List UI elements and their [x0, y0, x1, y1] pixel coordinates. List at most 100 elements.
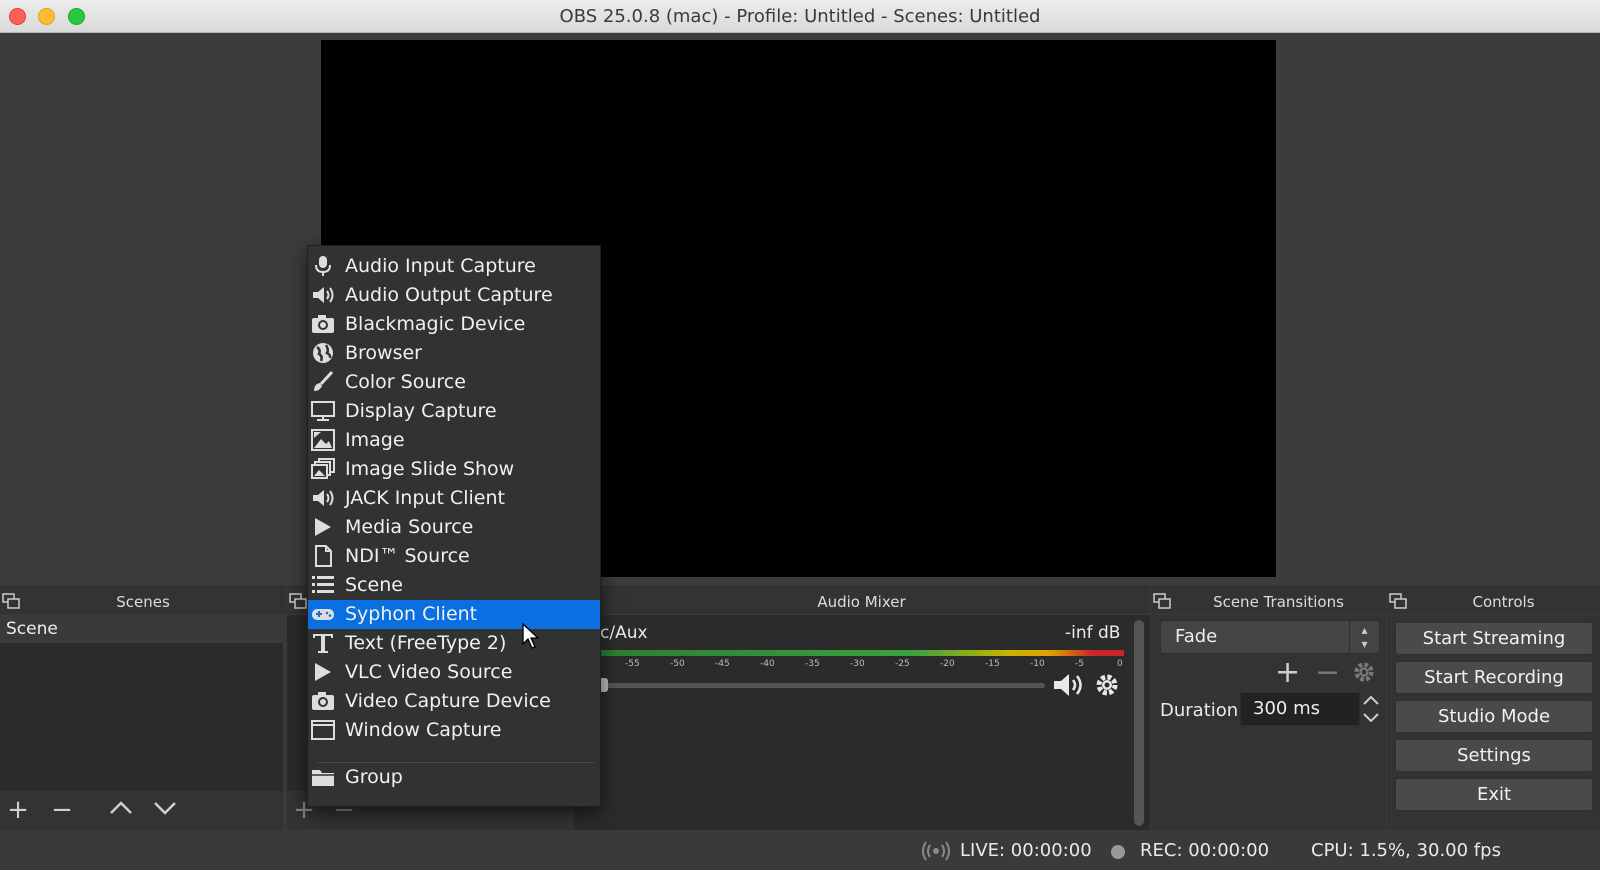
menu-item-browser[interactable]: Browser — [308, 339, 600, 368]
speaker-icon — [313, 287, 334, 303]
gear-icon[interactable] — [1352, 660, 1376, 684]
scenes-dock-header: Scenes — [0, 586, 286, 614]
menu-item-label: Color Source — [345, 371, 466, 393]
image-icon — [311, 429, 335, 451]
play-icon — [315, 663, 331, 681]
add-source-menu: Audio Input Capture Audio Output Capture… — [307, 245, 601, 807]
chevron-up-icon — [110, 801, 132, 814]
camera-icon — [312, 692, 334, 710]
menu-item-label: Text (FreeType 2) — [345, 632, 507, 654]
menu-item-label: Scene — [345, 574, 403, 596]
list-icon — [312, 576, 334, 593]
menu-item-syphon-client[interactable]: Syphon Client — [308, 600, 600, 629]
exit-button[interactable]: Exit — [1395, 778, 1593, 811]
undock-icon[interactable] — [289, 593, 307, 609]
scene-list-item[interactable]: Scene — [0, 615, 283, 643]
transition-select[interactable]: Fade ▴ ▾ — [1160, 620, 1380, 654]
gamepad-icon — [312, 609, 334, 620]
meter-tick: -20 — [940, 659, 955, 669]
duration-stepper[interactable] — [1360, 692, 1382, 726]
menu-item-label: Group — [345, 766, 403, 788]
meter-tick: -15 — [985, 659, 1000, 669]
menu-item-blackmagic-device[interactable]: Blackmagic Device — [308, 310, 600, 339]
brush-icon — [314, 371, 334, 391]
menu-item-display-capture[interactable]: Display Capture — [308, 397, 600, 426]
menu-item-label: Video Capture Device — [345, 690, 551, 712]
audio-mixer-dock-header: Audio Mixer — [573, 586, 1150, 614]
meter-tick: -50 — [670, 659, 685, 669]
controls-dock-title: Controls — [1472, 593, 1535, 611]
speaker-icon — [313, 490, 334, 506]
studio-mode-button[interactable]: Studio Mode — [1395, 700, 1593, 733]
microphone-icon — [315, 256, 331, 276]
transition-select-value: Fade — [1175, 626, 1218, 647]
audio-mixer-dock-title: Audio Mixer — [817, 593, 906, 611]
meter-tick: -10 — [1030, 659, 1045, 669]
menu-item-vlc-video-source[interactable]: VLC Video Source — [308, 658, 600, 687]
settings-button[interactable]: Settings — [1395, 739, 1593, 772]
menu-item-video-capture-device[interactable]: Video Capture Device — [308, 687, 600, 716]
start-streaming-button[interactable]: Start Streaming — [1395, 622, 1593, 655]
document-icon — [315, 545, 332, 567]
add-scene-button[interactable]: + — [1, 795, 35, 825]
menu-item-audio-input-capture[interactable]: Audio Input Capture — [308, 252, 600, 281]
remove-scene-button[interactable]: − — [45, 795, 79, 825]
menu-item-ndi-source[interactable]: NDI™ Source — [308, 542, 600, 571]
menu-item-label: Audio Input Capture — [345, 255, 536, 277]
gear-icon[interactable] — [1094, 672, 1120, 698]
menu-item-color-source[interactable]: Color Source — [308, 368, 600, 397]
speaker-icon[interactable] — [1052, 671, 1088, 699]
menu-item-jack-input-client[interactable]: JACK Input Client — [308, 484, 600, 513]
remove-transition-button[interactable]: − — [1315, 655, 1340, 690]
duration-input[interactable]: 300 ms — [1240, 692, 1360, 726]
scenes-list[interactable]: Scene — [0, 615, 283, 791]
camera-icon — [312, 315, 334, 333]
menu-item-label: Blackmagic Device — [345, 313, 526, 335]
mixer-track-name: c/Aux — [600, 623, 648, 643]
duration-label: Duration — [1160, 700, 1239, 721]
meter-ticks: -55 -50 -45 -40 -35 -30 -25 -20 -15 -10 … — [600, 656, 1124, 672]
menu-item-label: Display Capture — [345, 400, 497, 422]
menu-item-label: Media Source — [345, 516, 474, 538]
broadcast-icon — [922, 841, 950, 861]
menu-item-window-capture[interactable]: Window Capture — [308, 716, 600, 745]
menu-item-label: Audio Output Capture — [345, 284, 553, 306]
meter-tick: -25 — [895, 659, 910, 669]
scenes-dock-title: Scenes — [116, 593, 170, 611]
meter-tick: -40 — [760, 659, 775, 669]
meter-tick: -45 — [715, 659, 730, 669]
window-icon — [311, 720, 335, 740]
menu-item-label: VLC Video Source — [345, 661, 513, 683]
menu-item-image[interactable]: Image — [308, 426, 600, 455]
live-timer: LIVE: 00:00:00 — [960, 840, 1092, 861]
start-recording-button[interactable]: Start Recording — [1395, 661, 1593, 694]
folder-icon — [312, 770, 334, 786]
menu-item-scene[interactable]: Scene — [308, 571, 600, 600]
menu-item-image-slide-show[interactable]: Image Slide Show — [308, 455, 600, 484]
audio-mixer-panel — [573, 615, 1150, 830]
meter-tick: -55 — [625, 659, 640, 669]
menu-item-audio-output-capture[interactable]: Audio Output Capture — [308, 281, 600, 310]
meter-tick: -35 — [805, 659, 820, 669]
stepper-arrows-icon — [1363, 695, 1379, 723]
scenes-toolbar: + − — [0, 791, 283, 830]
mixer-level-readout: -inf dB — [1065, 623, 1121, 643]
text-icon — [313, 634, 333, 653]
add-transition-button[interactable]: + — [1275, 655, 1300, 690]
rec-timer: REC: 00:00:00 — [1140, 840, 1270, 861]
menu-item-label: NDI™ Source — [345, 545, 470, 567]
volume-slider-track[interactable] — [605, 683, 1045, 688]
menu-item-media-source[interactable]: Media Source — [308, 513, 600, 542]
move-scene-up-button[interactable] — [104, 795, 138, 825]
scene-transitions-dock-header: Scene Transitions — [1151, 586, 1386, 614]
menu-item-group[interactable]: Group — [308, 763, 600, 792]
menu-item-text-freetype2[interactable]: Text (FreeType 2) — [308, 629, 600, 658]
menu-item-label: Image — [345, 429, 405, 451]
meter-tick: -30 — [850, 659, 865, 669]
window-title: OBS 25.0.8 (mac) - Profile: Untitled - S… — [559, 6, 1041, 27]
mixer-scrollbar[interactable] — [1134, 620, 1144, 826]
status-bar: LIVE: 00:00:00 REC: 00:00:00 CPU: 1.5%, … — [0, 830, 1600, 870]
move-scene-down-button[interactable] — [148, 795, 182, 825]
chevron-down-icon — [154, 802, 176, 815]
meter-tick: 0 — [1117, 659, 1123, 669]
